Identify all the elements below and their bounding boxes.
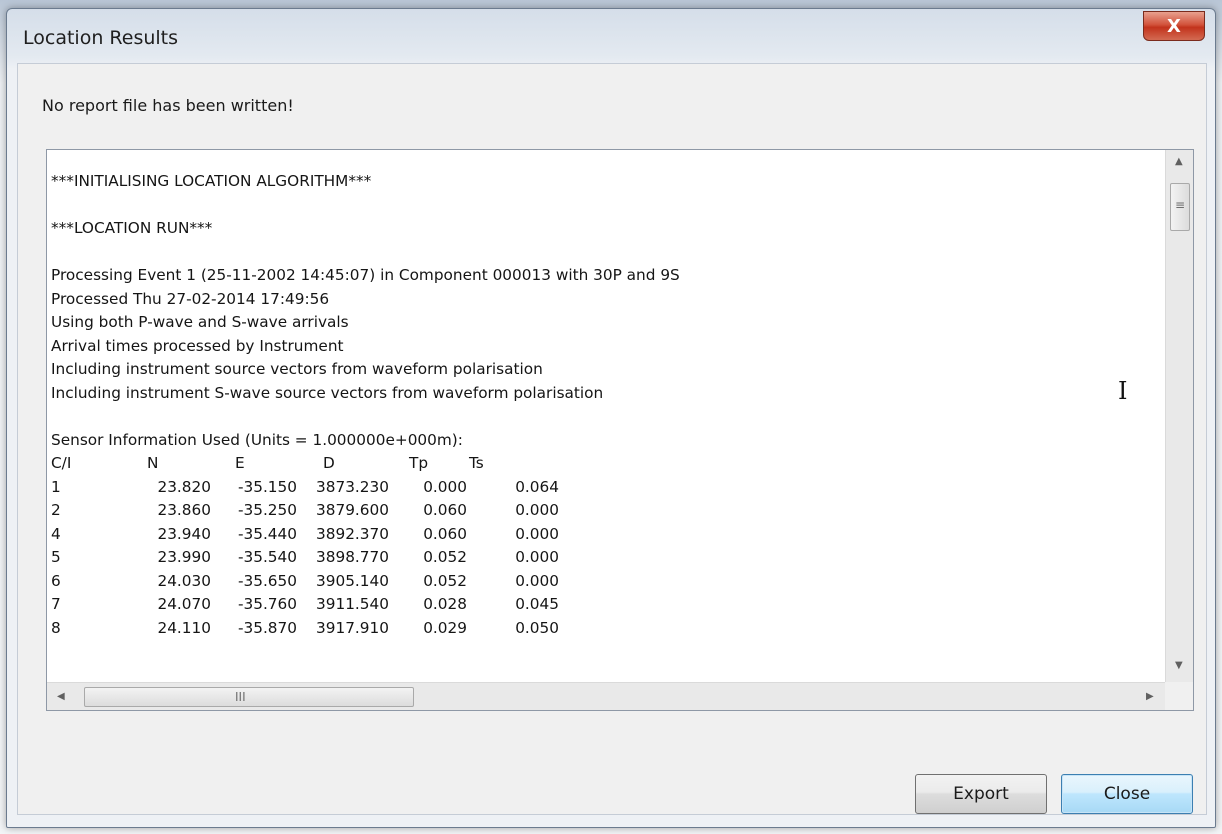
vertical-scrollbar[interactable]: ▲ ≡ ▼	[1165, 150, 1193, 682]
status-message: No report file has been written!	[42, 96, 294, 115]
sensor-table-cell: 5	[51, 548, 61, 566]
sensor-table-cell: 4	[51, 524, 61, 543]
sensor-table-cell: 0.000	[515, 501, 559, 519]
sensor-table-cell: 24.030	[157, 571, 211, 590]
sensor-table-cell: 24.070	[157, 595, 211, 613]
sensor-table-row: 5 23.990 -35.540 3898.770 0.052 0.000	[51, 546, 1166, 570]
log-line: Arrival times processed by Instrument	[51, 336, 344, 355]
sensor-table-cell: -35.250	[237, 501, 297, 519]
sensor-table-cell: 23.990	[157, 548, 211, 566]
sensor-table-header-cell: D	[323, 454, 335, 472]
export-button[interactable]: Export	[915, 774, 1047, 814]
window-close-icon[interactable]: X	[1143, 11, 1205, 41]
window-title: Location Results	[23, 27, 179, 49]
sensor-table-cell: 0.052	[423, 571, 467, 590]
sensor-table-cell: 23.940	[157, 524, 211, 543]
sensor-table-cell: 0.000	[515, 571, 559, 590]
close-button[interactable]: Close	[1061, 774, 1193, 814]
sensor-table-cell: 24.110	[157, 618, 211, 637]
sensor-table-cell: 3905.140	[316, 571, 389, 590]
scroll-right-icon[interactable]: ▶	[1146, 691, 1154, 702]
log-text: ***INITIALISING LOCATION ALGORITHM*** ***…	[47, 150, 1166, 640]
sensor-table-cell: 0.060	[423, 524, 467, 543]
sensor-table-row: 8 24.110 -35.870 3917.910 0.029 0.050	[51, 617, 1166, 641]
sensor-table-header-cell: E	[235, 454, 245, 472]
sensor-table-cell: 0.045	[515, 595, 559, 613]
sensor-table-cell: 7	[51, 595, 61, 613]
log-blank-line	[51, 241, 1166, 265]
sensor-table-cell: 3898.770	[316, 548, 389, 566]
grip-icon: ≡	[1175, 198, 1186, 212]
sensor-table-cell: -35.870	[237, 618, 297, 637]
sensor-table-cell: -35.650	[237, 571, 297, 590]
log-line: Processed Thu 27-02-2014 17:49:56	[51, 289, 330, 308]
sensor-table-cell: 0.064	[515, 477, 559, 496]
sensor-table-cell: -35.440	[237, 524, 297, 543]
log-blank-line	[51, 194, 1166, 218]
sensor-table-header: C/I N E D Tp Ts	[51, 452, 1166, 476]
sensor-table-cell: 0.060	[423, 501, 467, 519]
sensor-table-cell: 6	[51, 571, 61, 590]
sensor-table-cell: 23.860	[157, 501, 211, 519]
sensor-table-cell: 0.028	[423, 595, 467, 613]
results-textbox[interactable]: ***INITIALISING LOCATION ALGORITHM*** ***…	[46, 149, 1194, 711]
log-line: Using both P-wave and S-wave arrivals	[51, 313, 349, 331]
scroll-down-icon[interactable]: ▼	[1175, 660, 1183, 671]
text-cursor-icon: I	[1118, 377, 1128, 405]
sensor-table-cell: 0.029	[423, 618, 467, 637]
log-line: ***INITIALISING LOCATION ALGORITHM***	[51, 172, 372, 190]
sensor-table-cell: 23.820	[157, 477, 211, 496]
sensor-table-cell: 3879.600	[316, 501, 389, 519]
sensor-table-cell: -35.760	[237, 595, 297, 613]
title-bar[interactable]: Location Results X	[7, 9, 1215, 61]
sensor-table-header-cell: C/I	[51, 454, 72, 472]
sensor-table-cell: 0.000	[515, 548, 559, 566]
sensor-table-cell: 3873.230	[316, 477, 389, 496]
sensor-table-row: 6 24.030 -35.650 3905.140 0.052 0.000	[51, 570, 1166, 594]
sensor-table-cell: -35.150	[237, 477, 297, 496]
sensor-table-cell: -35.540	[237, 548, 297, 566]
log-line: Including instrument source vectors from…	[51, 360, 543, 378]
horizontal-scroll-thumb[interactable]: III	[84, 687, 414, 707]
scroll-left-icon[interactable]: ◀	[57, 691, 65, 702]
sensor-table-cell: 0.050	[515, 618, 559, 637]
sensor-table-cell: 3911.540	[316, 595, 389, 613]
dialog-body: No report file has been written! ***INIT…	[17, 63, 1207, 815]
sensor-table-cell: 1	[51, 477, 61, 496]
sensor-table-cell: 0.000	[423, 477, 467, 496]
results-text-area[interactable]: ***INITIALISING LOCATION ALGORITHM*** ***…	[47, 150, 1166, 682]
sensor-table-cell: 3917.910	[316, 618, 389, 637]
sensor-table-cell: 0.052	[423, 548, 467, 566]
sensor-table-header-cell: N	[147, 454, 159, 472]
location-results-dialog: Location Results X No report file has be…	[6, 8, 1216, 828]
sensor-table-header-cell: Tp	[409, 454, 429, 472]
log-line: Including instrument S-wave source vecto…	[51, 383, 604, 402]
log-line: Sensor Information Used (Units = 1.00000…	[51, 430, 463, 449]
sensor-table-row: 7 24.070 -35.760 3911.540 0.028 0.045	[51, 593, 1166, 617]
log-line: Processing Event 1 (25-11-2002 14:45:07)…	[51, 266, 680, 284]
sensor-table-header-cell: Ts	[469, 454, 484, 472]
grip-icon: III	[235, 690, 246, 704]
sensor-table-row: 2 23.860 -35.250 3879.600 0.060 0.000	[51, 499, 1166, 523]
vertical-scroll-thumb[interactable]: ≡	[1170, 183, 1190, 231]
log-line: ***LOCATION RUN***	[51, 219, 213, 237]
sensor-table-cell: 3892.370	[316, 524, 389, 543]
sensor-table-row: 1 23.820 -35.150 3873.230 0.000 0.064	[51, 476, 1166, 500]
sensor-table-cell: 8	[51, 618, 61, 637]
horizontal-scrollbar[interactable]: ◀ III ▶	[47, 682, 1166, 710]
sensor-table-cell: 0.000	[515, 524, 559, 543]
scroll-corner	[1165, 682, 1193, 710]
sensor-table-cell: 2	[51, 501, 61, 519]
sensor-table-row: 4 23.940 -35.440 3892.370 0.060 0.000	[51, 523, 1166, 547]
log-blank-line	[51, 405, 1166, 429]
scroll-up-icon[interactable]: ▲	[1175, 156, 1183, 167]
